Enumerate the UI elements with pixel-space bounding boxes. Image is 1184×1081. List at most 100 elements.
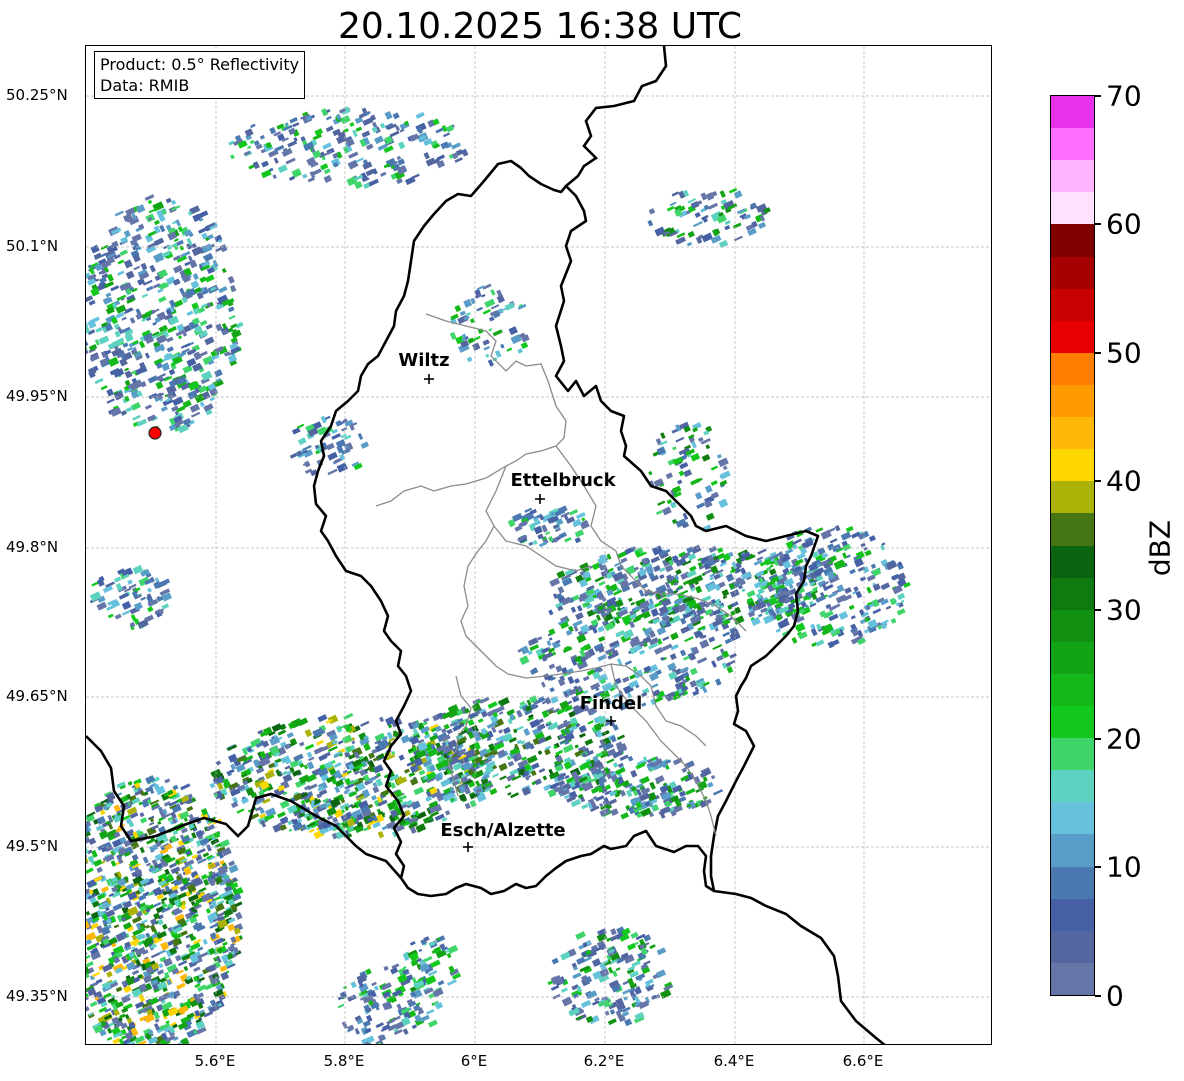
echo-cell [496, 294, 505, 304]
echo-cell [829, 527, 836, 533]
echo-cell [171, 199, 177, 205]
echo-cell [96, 601, 107, 611]
echo-cell [699, 639, 710, 649]
colorbar-title: dBZ [1143, 519, 1177, 577]
echo-cell [627, 597, 633, 602]
echo-cell [712, 644, 723, 651]
colorbar-segment [1051, 673, 1094, 707]
echo-cell [849, 568, 856, 575]
echo-cell [246, 145, 252, 150]
echo-cell [710, 480, 718, 486]
echo-cell [538, 768, 546, 774]
echo-cell [398, 754, 405, 761]
echo-cell [114, 613, 122, 620]
echo-cell [365, 1014, 373, 1023]
echo-cell [123, 259, 133, 269]
echo-cell [350, 981, 357, 989]
echo-cell [708, 636, 716, 643]
echo-cell [711, 660, 717, 668]
echo-cell [316, 739, 324, 746]
echo-cell [199, 319, 208, 327]
echo-cell [579, 519, 590, 530]
echo-cell [296, 423, 305, 429]
echo-cell [423, 152, 430, 160]
echo-cell [557, 586, 565, 594]
echo-cell [409, 941, 416, 946]
echo-cell [250, 123, 256, 129]
echo-cell [482, 339, 490, 346]
echo-cell [492, 773, 499, 778]
echo-cell [584, 738, 594, 746]
echo-cell [467, 719, 475, 727]
echo-cell [264, 770, 275, 780]
echo-cell [549, 687, 555, 693]
echo-cell [121, 316, 127, 321]
colorbar-segment [1051, 288, 1094, 321]
echo-cell [508, 326, 518, 336]
echo-cell [154, 1018, 160, 1023]
echo-cell [117, 270, 125, 276]
echo-cell [221, 267, 227, 274]
border-east [565, 46, 668, 187]
lat-tick-label: 49.5°N [6, 837, 59, 855]
echo-cell [259, 134, 265, 140]
echo-cell [758, 613, 763, 618]
echo-cell [885, 605, 892, 610]
echo-cell [616, 734, 626, 741]
echo-cell [648, 208, 656, 215]
echo-cell [757, 548, 767, 555]
echo-cell [174, 954, 182, 962]
echo-cell [374, 135, 384, 145]
echo-cell [203, 252, 214, 262]
echo-cell [117, 259, 125, 265]
echo-cell [142, 856, 149, 864]
echo-cell [721, 589, 730, 597]
colorbar-tick-label: 30 [1106, 593, 1142, 627]
echo-cell [488, 316, 495, 322]
echo-cell [447, 944, 459, 955]
echo-cell [544, 748, 551, 756]
echo-cell [121, 609, 131, 616]
echo-cell [621, 676, 630, 683]
echo-cell [118, 592, 129, 600]
echo-cell [227, 306, 235, 313]
echo-cell [638, 589, 645, 597]
echo-cell [835, 594, 848, 604]
echo-cell [538, 541, 548, 548]
echo-cell [542, 775, 548, 781]
echo-cell [153, 219, 160, 226]
echo-cell [230, 323, 238, 329]
echo-cell [396, 155, 402, 161]
echo-cell [314, 128, 324, 136]
echo-cell [494, 349, 502, 358]
echo-cell [479, 696, 490, 704]
echo-cell [716, 453, 722, 459]
echo-cell [619, 754, 629, 762]
echo-cell [684, 636, 694, 643]
echo-cell [426, 1008, 435, 1015]
echo-cell [392, 112, 400, 120]
echo-cell [707, 781, 714, 788]
echo-cell [575, 612, 584, 620]
echo-cell [349, 122, 355, 127]
echo-cell [659, 574, 665, 580]
echo-cell [113, 924, 120, 929]
echo-cell [180, 783, 191, 791]
lon-tick-label: 6.2°E [583, 1052, 625, 1070]
echo-cell [662, 636, 670, 642]
echo-cell [571, 695, 580, 703]
colorbar-segment [1051, 705, 1094, 739]
radar-map[interactable] [85, 45, 992, 1045]
echo-cell [209, 396, 216, 402]
echo-cell [604, 1010, 610, 1016]
echo-cell [192, 273, 199, 280]
echo-cell [729, 652, 737, 659]
echo-cell [507, 760, 515, 767]
echo-cell [86, 954, 91, 960]
echo-cell [106, 1027, 113, 1034]
echo-cell [129, 317, 136, 324]
echo-cell [348, 151, 359, 159]
echo-cell [157, 919, 164, 926]
echo-cell [537, 750, 543, 755]
echo-cell [198, 973, 204, 978]
